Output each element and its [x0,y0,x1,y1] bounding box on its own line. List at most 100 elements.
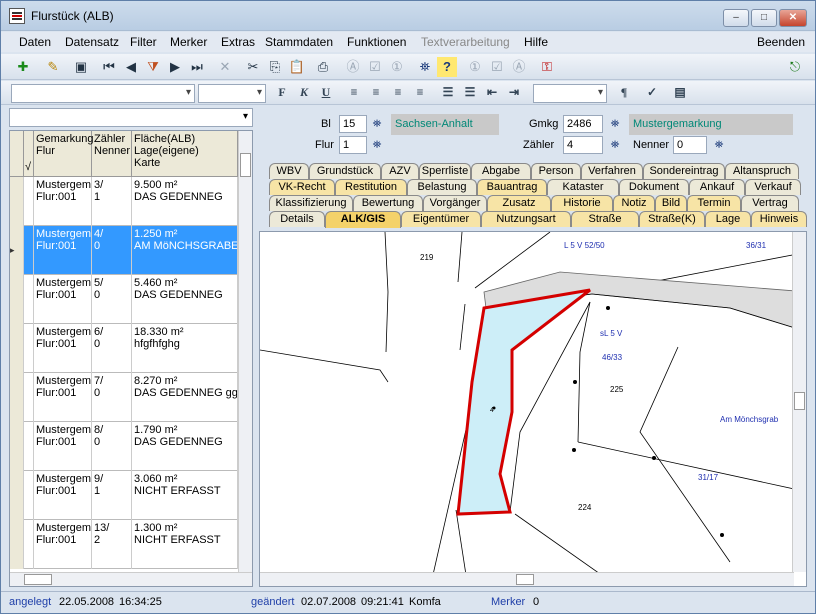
table-row[interactable]: Mustergema Flur:001 3/ 1 9.500 m² DAS GEDE… [10,177,238,226]
tab-restitution[interactable]: Restitution [335,179,407,195]
check-icon[interactable]: ☑ [365,57,385,77]
tab-stra-e-k-[interactable]: Straße(K) [639,211,705,227]
table-row[interactable]: Mustergema Flur:001 7/ 0 8.270 m² DAS GEDE… [10,373,238,422]
tab-eigentümer[interactable]: Eigentümer [401,211,481,227]
first-icon[interactable]: ⏮ [99,57,119,77]
map-vertical-scrollbar[interactable] [792,232,806,572]
page-icon[interactable]: ▤ [671,85,689,102]
menu-datensatz[interactable]: Datensatz [65,35,119,49]
zaehler-lookup-icon[interactable]: ⛯ [605,136,625,154]
delete-icon[interactable]: ✕ [215,57,235,77]
bullet-list-icon[interactable]: ☰ [461,85,479,102]
tab-bewertung[interactable]: Bewertung [353,195,423,211]
align-left-icon[interactable]: ≡ [345,85,363,102]
box-a-icon[interactable]: Ⓐ [343,57,363,77]
binoculars-icon[interactable]: ⛯ [415,57,435,77]
maximize-button[interactable]: □ [751,9,777,27]
header-flaeche[interactable]: Fläche(ALB) Lage(eigene) Karte [132,131,238,177]
grid-scroll-thumb[interactable] [240,153,251,177]
tab-details[interactable]: Details [269,211,325,227]
prev-icon[interactable]: ◀ [121,57,141,77]
table-row[interactable]: Mustergema Flur:001 5/ 0 5.460 m² DAS GEDE… [10,275,238,324]
grid-vertical-scrollbar[interactable] [238,131,252,573]
row-check[interactable] [24,520,34,569]
row-check[interactable] [24,373,34,422]
align-center-icon[interactable]: ≡ [367,85,385,102]
tab-stra-e[interactable]: Straße [571,211,639,227]
print-icon[interactable]: ⎙ [313,57,333,77]
tab-bild[interactable]: Bild [655,195,687,211]
menu-daten[interactable]: Daten [19,35,51,49]
row-indicator[interactable] [10,422,24,471]
row-indicator[interactable] [10,373,24,422]
row-indicator[interactable]: ▸ [10,226,24,275]
last-icon[interactable]: ⏭ [187,57,207,77]
selected-parcel[interactable] [456,288,591,516]
box-1-icon[interactable]: ① [387,57,407,77]
filter-icon[interactable]: ⧩ [143,57,163,77]
row-check[interactable] [24,471,34,520]
row-check[interactable] [24,324,34,373]
edit-icon[interactable]: ✎ [43,57,63,77]
tab-belastung[interactable]: Belastung [407,179,477,195]
menu-hilfe[interactable]: Hilfe [524,35,548,49]
map-hscroll-thumb[interactable] [516,574,534,585]
menu-extras[interactable]: Extras [221,35,255,49]
row-check[interactable] [24,177,34,226]
bl-lookup-icon[interactable]: ⛯ [367,115,387,133]
box-1b-icon[interactable]: ① [465,57,485,77]
tab-azv[interactable]: AZV [381,163,419,179]
header-zaehler[interactable]: Zähler Nenner [92,131,132,177]
bl-field[interactable]: 15 [339,115,367,133]
tab-verfahren[interactable]: Verfahren [581,163,643,179]
numbered-list-icon[interactable]: ☰ [439,85,457,102]
tab-vertrag[interactable]: Vertrag [741,195,799,211]
font-combo[interactable] [11,84,195,103]
paragraph-icon[interactable]: ¶ [615,85,633,102]
copy-record-icon[interactable]: ▣ [71,57,91,77]
tab-sondereintrag[interactable]: Sondereintrag [643,163,725,179]
grid-horizontal-scrollbar[interactable] [10,572,252,586]
row-check[interactable] [24,226,34,275]
spellcheck-icon[interactable]: ✓ [643,85,661,102]
tab-person[interactable]: Person [531,163,581,179]
check-b-icon[interactable]: ☑ [487,57,507,77]
tab-dokument[interactable]: Dokument [619,179,689,195]
indent-icon[interactable]: ⇥ [505,85,523,102]
box-a-b-icon[interactable]: Ⓐ [509,57,529,77]
exit-icon[interactable]: ⎋ [785,57,805,77]
tab-abgabe[interactable]: Abgabe [471,163,531,179]
header-gemarkung[interactable]: Gemarkung Flur [34,131,93,177]
justify-icon[interactable]: ≡ [411,85,429,102]
menu-funktionen[interactable]: Funktionen [347,35,406,49]
add-record-icon[interactable]: ✚ [13,57,33,77]
underline-icon[interactable]: U [317,85,335,102]
cut-icon[interactable]: ✂ [243,57,263,77]
tab-hinweis[interactable]: Hinweis [751,211,807,227]
key-icon[interactable]: ⚿ [537,57,557,77]
align-right-icon[interactable]: ≡ [389,85,407,102]
tab-kataster[interactable]: Kataster [547,179,619,195]
tab-lage[interactable]: Lage [705,211,751,227]
tab-bauantrag[interactable]: Bauantrag [477,179,547,195]
table-row[interactable]: ▸ Mustergema Flur:001 4/ 0 1.250 m² AM MöNC… [10,226,238,275]
alk-gis-map[interactable]: 219 L 5 V 52/50 36/31 sL 5 V 46/33 225 4… [259,231,807,587]
nenner-lookup-icon[interactable]: ⛯ [709,136,729,154]
table-row[interactable]: Mustergema Flur:001 6/ 0 18.330 m² hfgfhfg… [10,324,238,373]
tab-sperrliste[interactable]: Sperrliste [419,163,471,179]
style-combo[interactable] [533,84,607,103]
tab-klassifizierung[interactable]: Klassifizierung [269,195,353,211]
tab-termin[interactable]: Termin [687,195,741,211]
gmkg-lookup-icon[interactable]: ⛯ [605,115,625,133]
tab-vorgänger[interactable]: Vorgänger [423,195,487,211]
menu-merker[interactable]: Merker [170,35,207,49]
row-check[interactable] [24,422,34,471]
menu-stammdaten[interactable]: Stammdaten [265,35,333,49]
tab-vk-recht[interactable]: VK-Recht [269,179,335,195]
next-icon[interactable]: ▶ [165,57,185,77]
map-scroll-thumb[interactable] [794,392,805,410]
grid-hscroll-thumb[interactable] [24,574,52,585]
table-row[interactable]: Mustergema Flur:001 13/ 2 1.300 m² NICHT E… [10,520,238,569]
tab-alk-gis[interactable]: ALK/GIS [325,211,401,228]
tab-nutzungsart[interactable]: Nutzungsart [481,211,571,227]
